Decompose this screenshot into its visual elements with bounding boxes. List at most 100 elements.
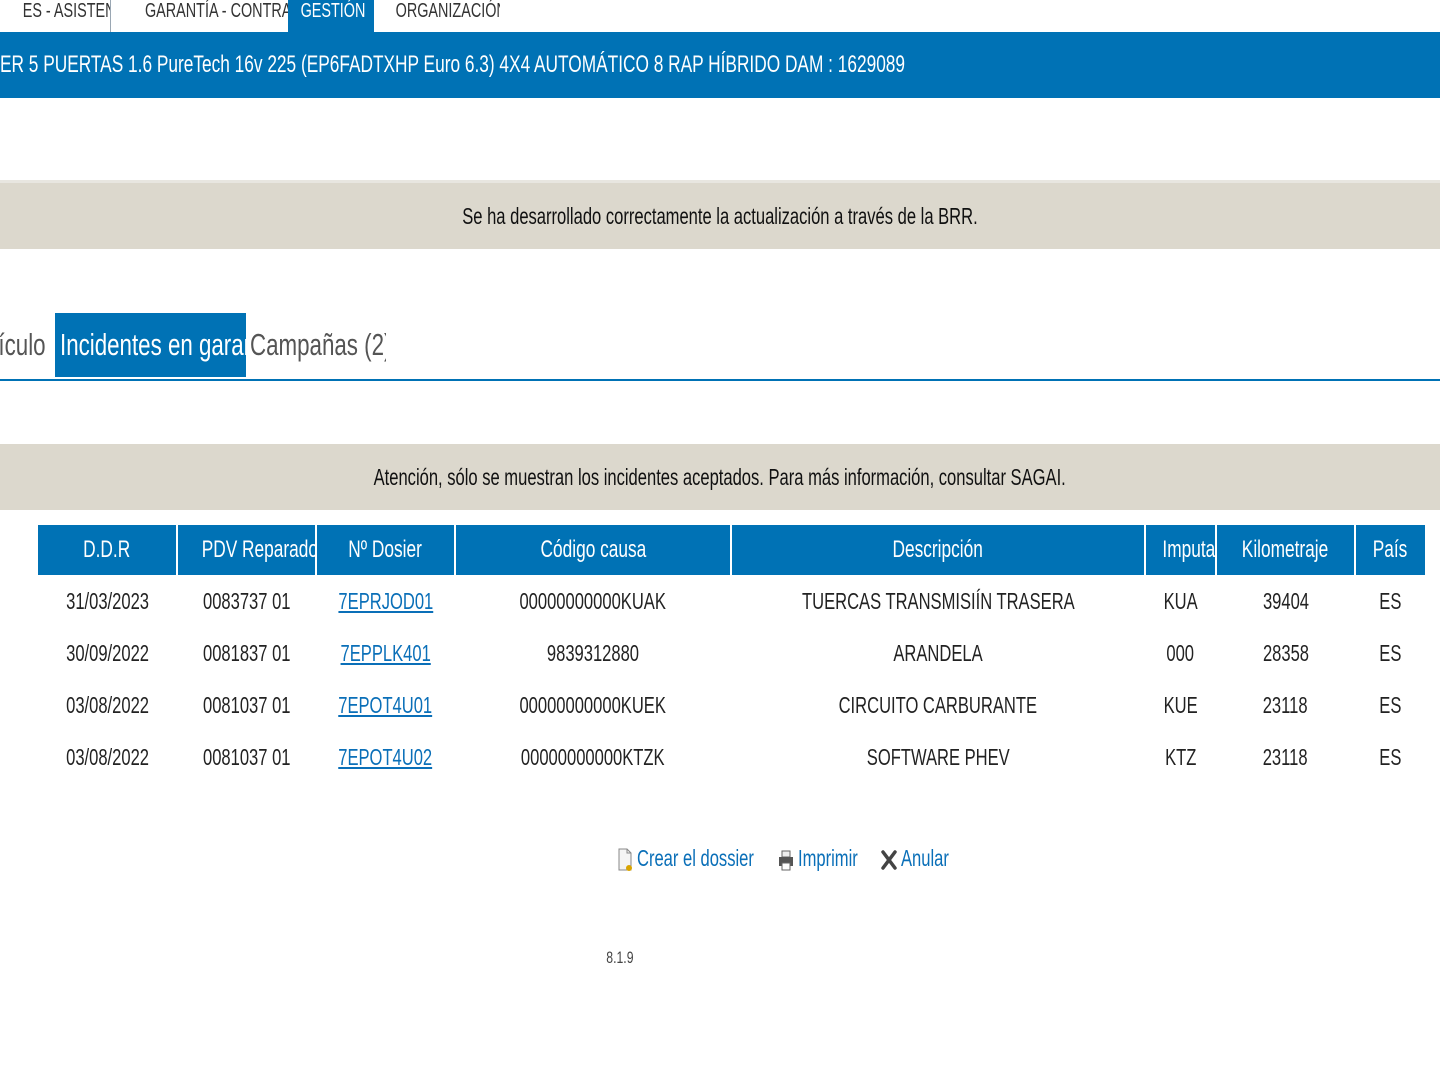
cell-codigo-causa: 00000000000KUEK (455, 679, 731, 731)
cell-text: KTZ (1164, 743, 1197, 770)
topnav-tab-label: ES - ASISTENCIA (22, 0, 110, 22)
attention-message-bar: Atención, sólo se muestran los incidente… (0, 444, 1440, 510)
tab-label: Campañas (2) (250, 327, 386, 362)
tab-campanas[interactable]: Campañas (2) (246, 313, 386, 377)
table-row: 30/09/2022 0081837 01 7EPPLK401 98393128… (38, 627, 1425, 679)
cell-text: 03/08/2022 (66, 743, 149, 770)
column-header-codigo-causa[interactable]: Código causa (455, 525, 732, 575)
cell-descripcion: SOFTWARE PHEV (731, 731, 1145, 783)
cell-ddr: 30/09/2022 (38, 627, 177, 679)
column-header-label: D.D.R (83, 536, 131, 563)
cell-pdv: 0081037 01 (177, 731, 316, 783)
attention-message: Atención, sólo se muestran los incidente… (373, 464, 1067, 490)
cell-codigo-causa: 9839312880 (455, 627, 731, 679)
column-header-label: Código causa (540, 536, 646, 563)
cell-pais: ES (1355, 731, 1425, 783)
print-button[interactable]: Imprimir (778, 843, 867, 873)
column-header-label: Descripción (892, 536, 984, 563)
dosier-link[interactable]: 7EPOT4U01 (339, 692, 433, 718)
cell-imputacion: KTZ (1145, 731, 1216, 783)
cell-text: ES (1378, 691, 1402, 718)
success-message-bar: Se ha desarrollado correctamente la actu… (0, 180, 1440, 249)
close-x-icon (881, 850, 897, 870)
cell-text: 00000000000KUEK (519, 691, 667, 718)
action-links: Crear el dossier Imprimir Anular (617, 843, 972, 883)
topnav-tab-label: GARANTÍA - CONTRATOS (144, 0, 288, 22)
tab-vehiculo[interactable]: hículo (0, 313, 54, 377)
column-header-pdv-reparador[interactable]: PDV Reparador (177, 525, 317, 575)
cell-pais: ES (1355, 679, 1425, 731)
dosier-link[interactable]: 7EPRJOD01 (338, 588, 433, 614)
cell-ddr: 03/08/2022 (38, 679, 177, 731)
cancel-button[interactable]: Anular (881, 843, 967, 873)
cell-text: 0083737 01 (202, 587, 291, 614)
cell-kilometraje: 23118 (1216, 731, 1355, 783)
cell-imputacion: KUE (1145, 679, 1216, 731)
cell-text: 23118 (1263, 743, 1308, 770)
topnav-tab-asistencia[interactable]: ES - ASISTENCIA (0, 0, 110, 32)
tab-label: Incidentes en garantía (60, 327, 246, 362)
column-header-ddr[interactable]: D.D.R (38, 525, 178, 575)
cell-ddr: 31/03/2023 (38, 575, 177, 627)
cell-dosier: 7EPRJOD01 (316, 575, 455, 627)
topnav-tab-gestion[interactable]: GESTIÓN (288, 0, 374, 32)
column-header-label: Imputación (1162, 536, 1216, 563)
print-label: Imprimir (797, 844, 858, 871)
topnav-tab-organizacion[interactable]: ORGANIZACIÓN (374, 0, 500, 32)
cell-text: 0081037 01 (202, 743, 291, 770)
cell-codigo-causa: 00000000000KTZK (455, 731, 731, 783)
cell-text: ES (1378, 639, 1402, 666)
cell-kilometraje: 23118 (1216, 679, 1355, 731)
create-dossier-label: Crear el dossier (637, 844, 754, 871)
tab-incidentes-garantia[interactable]: Incidentes en garantía (55, 313, 246, 377)
cell-codigo-causa: 00000000000KUAK (455, 575, 731, 627)
printer-icon (778, 850, 793, 871)
cell-descripcion: ARANDELA (731, 627, 1145, 679)
cell-text: 39404 (1262, 587, 1309, 614)
cell-kilometraje: 28358 (1216, 627, 1355, 679)
cell-text: 9839312880 (546, 639, 640, 666)
cell-pdv: 0081837 01 (177, 627, 316, 679)
top-navigation: ES - ASISTENCIA GARANTÍA - CONTRATOS GES… (0, 0, 1440, 32)
table-row: 31/03/2023 0083737 01 7EPRJOD01 00000000… (38, 575, 1425, 627)
cell-text: 23118 (1263, 691, 1308, 718)
column-header-pais[interactable]: País (1355, 525, 1425, 575)
cell-text: 000 (1166, 639, 1195, 666)
topnav-tab-garantia-contratos[interactable]: GARANTÍA - CONTRATOS (111, 0, 288, 32)
topnav-tab-label: GESTIÓN (300, 0, 366, 22)
cell-pais: ES (1355, 575, 1425, 627)
cell-text: 28358 (1262, 639, 1309, 666)
column-header-imputacion[interactable]: Imputación (1145, 525, 1217, 575)
dosier-link[interactable]: 7EPOT4U02 (339, 744, 433, 770)
cell-imputacion: KUA (1145, 575, 1216, 627)
cell-pdv: 0081037 01 (177, 679, 316, 731)
column-header-dosier[interactable]: Nº Dosier (316, 525, 456, 575)
column-header-label: Nº Dosier (348, 536, 423, 563)
cell-text: CIRCUITO CARBURANTE (838, 691, 1038, 718)
cell-dosier: 7EPOT4U02 (316, 731, 455, 783)
tab-label: hículo (0, 327, 46, 362)
cell-dosier: 7EPOT4U01 (316, 679, 455, 731)
cell-text: 00000000000KUAK (519, 587, 667, 614)
cell-text: 31/03/2023 (66, 587, 149, 614)
new-document-icon (618, 848, 632, 871)
topnav-tab-label: ORGANIZACIÓN (395, 0, 500, 22)
cell-text: ES (1378, 587, 1402, 614)
cell-text: 30/09/2022 (66, 639, 149, 666)
cell-pais: ES (1355, 627, 1425, 679)
success-message: Se ha desarrollado correctamente la actu… (462, 203, 978, 229)
cell-imputacion: 000 (1145, 627, 1216, 679)
vehicle-info-bar: ER 5 PUERTAS 1.6 PureTech 16v 225 (EP6FA… (0, 32, 1440, 98)
dosier-link[interactable]: 7EPPLK401 (340, 640, 430, 666)
table-row: 03/08/2022 0081037 01 7EPOT4U01 00000000… (38, 679, 1425, 731)
column-header-kilometraje[interactable]: Kilometraje (1216, 525, 1356, 575)
cell-text: 0081037 01 (202, 691, 291, 718)
vehicle-tabs: hículo Incidentes en garantía Campañas (… (0, 313, 1440, 381)
cell-text: KUA (1163, 587, 1198, 614)
create-dossier-button[interactable]: Crear el dossier (617, 843, 763, 873)
cell-dosier: 7EPPLK401 (316, 627, 455, 679)
cell-text: SOFTWARE PHEV (866, 743, 1010, 770)
column-header-descripcion[interactable]: Descripción (731, 525, 1146, 575)
cell-text: ARANDELA (893, 639, 983, 666)
version-text: 8.1.9 (606, 948, 634, 967)
